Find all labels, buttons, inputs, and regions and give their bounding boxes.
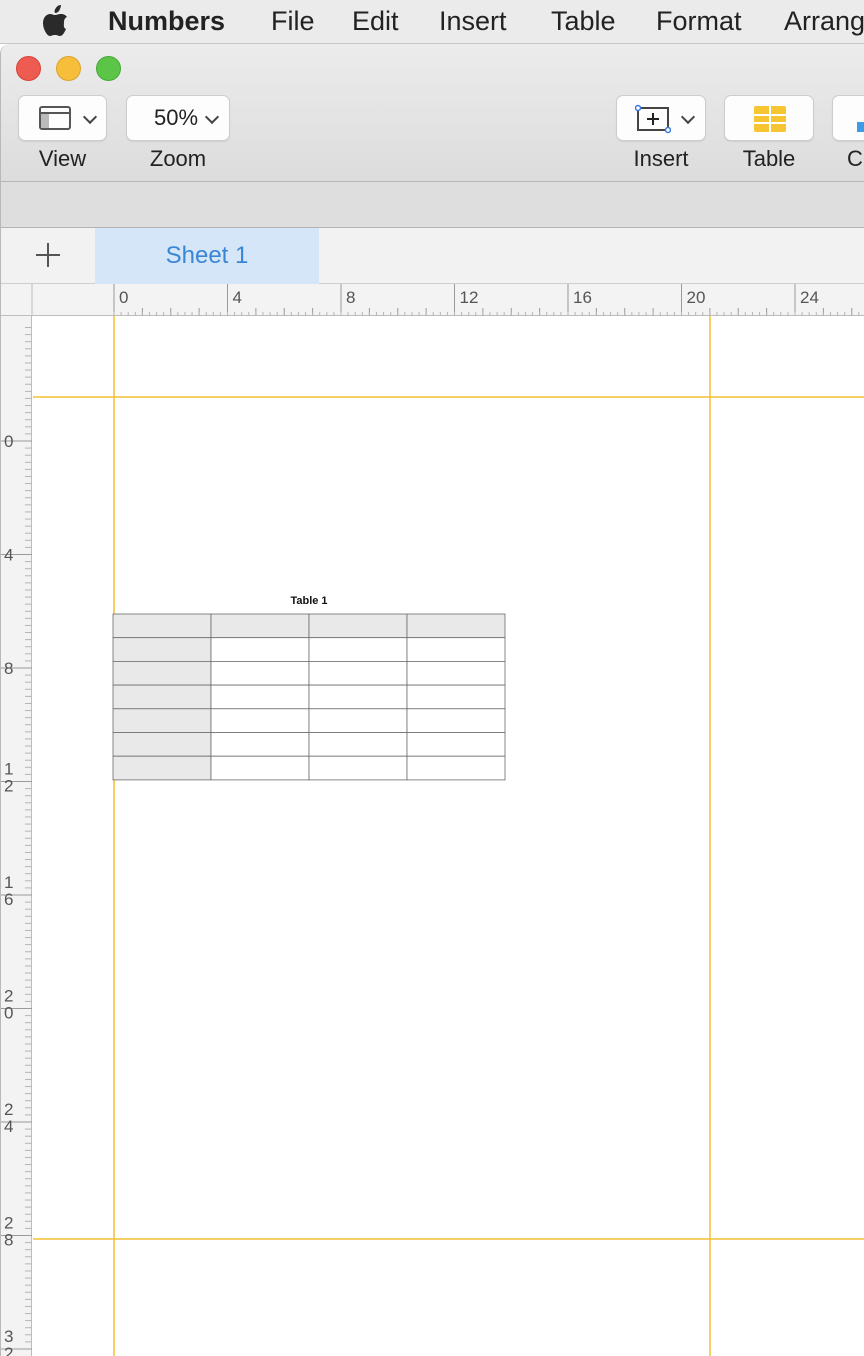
table-button[interactable] bbox=[724, 95, 814, 141]
table-cell[interactable] bbox=[406, 708, 506, 733]
table-cell[interactable] bbox=[210, 684, 310, 710]
tab-sheet-1[interactable]: Sheet 1 bbox=[95, 228, 319, 284]
table-cell[interactable] bbox=[308, 660, 408, 686]
apple-menu-icon[interactable] bbox=[40, 4, 70, 38]
chart-icon bbox=[857, 122, 864, 132]
ruler-label: 24 bbox=[800, 288, 819, 307]
close-window-button[interactable] bbox=[16, 56, 41, 81]
table-cell[interactable] bbox=[308, 732, 408, 757]
ruler-label: 12 bbox=[4, 760, 13, 796]
menu-insert[interactable]: Insert bbox=[439, 6, 507, 37]
ruler-label: 16 bbox=[4, 873, 13, 909]
table-header-cell[interactable] bbox=[308, 613, 408, 639]
table-icon bbox=[754, 106, 786, 132]
ruler-label: 4 bbox=[4, 546, 13, 565]
table-cell[interactable] bbox=[406, 732, 506, 757]
menu-format[interactable]: Format bbox=[656, 6, 742, 37]
table-cell[interactable] bbox=[210, 732, 310, 757]
ruler-label: 12 bbox=[460, 288, 479, 307]
table-cell[interactable] bbox=[210, 708, 310, 733]
table-cell[interactable] bbox=[406, 660, 506, 686]
toolbar: View 50% Zoom Insert Table C bbox=[1, 44, 864, 182]
chevron-down-icon bbox=[680, 109, 696, 125]
canvas-page: Table 1 bbox=[33, 316, 864, 1356]
ruler-label: 20 bbox=[4, 987, 13, 1023]
menu-app-numbers[interactable]: Numbers bbox=[108, 6, 225, 37]
table-header-cell[interactable] bbox=[210, 613, 310, 639]
table-header-cell[interactable] bbox=[112, 660, 212, 686]
menu-bar: Numbers File Edit Insert Table Format Ar… bbox=[0, 0, 864, 44]
ruler-label: 8 bbox=[4, 659, 13, 678]
view-button[interactable] bbox=[18, 95, 107, 141]
numbers-window: View 50% Zoom Insert Table C Sheet 1 0 4… bbox=[0, 44, 864, 1356]
insert-button[interactable] bbox=[616, 95, 706, 141]
table-header-cell[interactable] bbox=[112, 684, 212, 710]
table-title[interactable]: Table 1 bbox=[290, 595, 327, 607]
zoom-value: 50% bbox=[154, 105, 199, 130]
sidebar-view-icon bbox=[39, 106, 71, 130]
ruler-label: 16 bbox=[573, 288, 592, 307]
ruler-label: 32 bbox=[4, 1327, 13, 1356]
ruler-label: 4 bbox=[233, 288, 242, 307]
sheet-canvas[interactable]: Table 1 bbox=[33, 316, 864, 1356]
table-cell[interactable] bbox=[406, 684, 506, 710]
table-header-cell[interactable] bbox=[406, 613, 506, 639]
horizontal-ruler-marks: 0 4 8 12 16 20 24 bbox=[31, 284, 860, 316]
table-header-cell[interactable] bbox=[112, 755, 212, 781]
vertical-ruler: 0 4 8 12 16 20 24 28 32 bbox=[1, 316, 32, 1356]
menu-file[interactable]: File bbox=[271, 6, 315, 37]
vertical-ruler-marks: 0 4 8 1 2 1 6 2 0 2 4 2 8 3 2 bbox=[1, 327, 32, 1356]
table-cell[interactable] bbox=[308, 637, 408, 662]
table-1[interactable] bbox=[112, 613, 506, 781]
zoom-select[interactable]: 50% bbox=[126, 95, 230, 141]
ruler-label: 0 bbox=[119, 288, 128, 307]
table-cell[interactable] bbox=[406, 637, 506, 662]
ruler-label: 0 bbox=[4, 432, 13, 451]
insert-object-icon bbox=[635, 104, 671, 134]
table-header-cell[interactable] bbox=[112, 732, 212, 757]
chart-button[interactable] bbox=[832, 95, 864, 141]
chevron-down-icon bbox=[82, 109, 98, 125]
table-header-cell[interactable] bbox=[112, 708, 212, 733]
menu-arrange[interactable]: Arrang bbox=[784, 6, 864, 37]
ruler-label: 8 bbox=[346, 288, 355, 307]
table-cell[interactable] bbox=[210, 637, 310, 662]
table-cell[interactable] bbox=[406, 755, 506, 781]
table-label: Table bbox=[742, 146, 796, 171]
table-header-cell[interactable] bbox=[112, 637, 212, 662]
table-cell[interactable] bbox=[308, 684, 408, 710]
table-cell[interactable] bbox=[308, 755, 408, 781]
ruler-label: 24 bbox=[4, 1100, 13, 1136]
insert-label: Insert bbox=[633, 146, 689, 171]
chart-label: C bbox=[847, 146, 863, 171]
plus-icon[interactable] bbox=[33, 240, 63, 270]
sheet-tab-bar: Sheet 1 bbox=[1, 228, 864, 284]
chevron-down-icon bbox=[204, 109, 220, 125]
format-bar bbox=[1, 182, 864, 228]
minimize-window-button[interactable] bbox=[56, 56, 81, 81]
menu-table[interactable]: Table bbox=[551, 6, 616, 37]
table-cell[interactable] bbox=[210, 660, 310, 686]
table-cell[interactable] bbox=[210, 755, 310, 781]
table-header-cell[interactable] bbox=[112, 613, 212, 639]
table-cell[interactable] bbox=[308, 708, 408, 733]
zoom-window-button[interactable] bbox=[96, 56, 121, 81]
view-label: View bbox=[38, 146, 87, 171]
horizontal-ruler: 0 4 8 12 16 20 24 bbox=[1, 284, 864, 316]
menu-edit[interactable]: Edit bbox=[352, 6, 399, 37]
zoom-label: Zoom bbox=[149, 146, 207, 171]
ruler-label: 28 bbox=[4, 1214, 13, 1250]
ruler-label: 20 bbox=[687, 288, 706, 307]
